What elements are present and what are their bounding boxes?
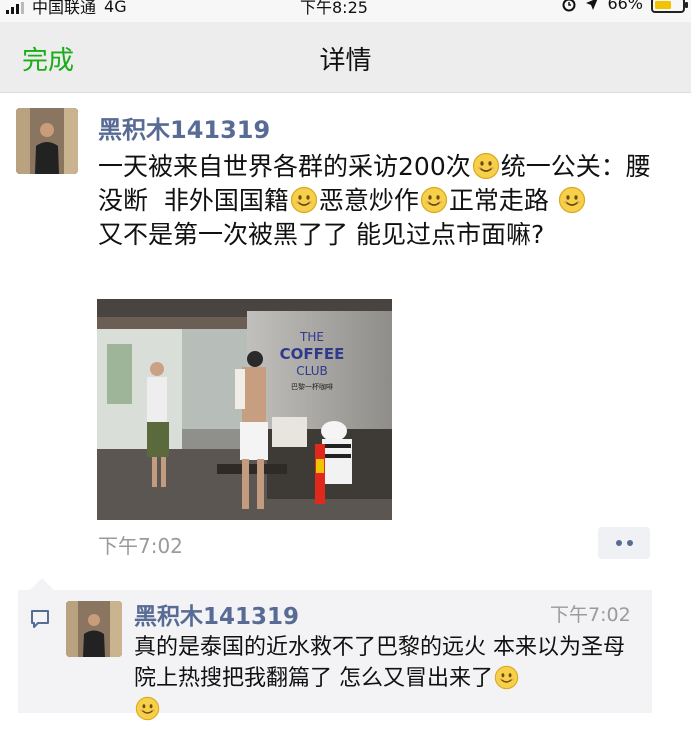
done-button[interactable]: 完成 (22, 40, 74, 77)
cafe-photo: THE COFFEE CLUB 巴黎一杯咖啡 (97, 299, 392, 520)
comment-text: 真的是泰国的近水救不了巴黎的远火 本来以为圣母院上热搜把我翻篇了 怎么又冒出来了 (134, 632, 639, 725)
battery-icon (651, 0, 688, 13)
smile-emoji-icon (290, 186, 318, 214)
sign-text-3: CLUB (296, 364, 327, 378)
post-time: 下午7:02 (98, 534, 183, 558)
signal-icon (6, 2, 24, 14)
location-arrow-icon (586, 0, 598, 10)
comment-caret (30, 578, 54, 590)
status-bar: 中国联通 4G 下午8:25 66% (0, 0, 691, 22)
dot-icon (626, 540, 633, 546)
network-label: 4G (104, 0, 127, 16)
alarm-icon (562, 0, 576, 11)
post-text-segment: 正常走路 (448, 186, 557, 215)
post-photo[interactable]: THE COFFEE CLUB 巴黎一杯咖啡 (97, 299, 392, 520)
commenter-avatar[interactable] (66, 601, 122, 657)
smile-emoji-icon (135, 696, 160, 721)
sign-text-2: COFFEE (280, 345, 345, 363)
sign-text-4: 巴黎一杯咖啡 (291, 382, 333, 391)
avatar-photo (66, 601, 122, 657)
more-options-button[interactable] (598, 527, 650, 559)
smile-emoji-icon (558, 186, 586, 214)
post-text: 一天被来自世界各群的采访200次 统一公关：腰没断 非外国国籍 恶意炒作 正常走路 又… (98, 150, 658, 252)
battery-percent: 66% (607, 0, 643, 13)
smile-emoji-icon (472, 152, 500, 180)
poster-avatar[interactable] (16, 108, 78, 174)
post-text-segment: 又不是第一次被黑了了 能见过点市面嘛? (98, 220, 545, 249)
dot-icon (615, 540, 622, 546)
page-title: 详情 (319, 46, 372, 76)
carrier-label: 中国联通 (32, 0, 97, 17)
status-right: 66% (561, 0, 688, 13)
post-text-segment: 一天被来自世界各群的采访200次 (98, 152, 471, 181)
nav-bar: 完成 详情 (0, 22, 691, 93)
smile-emoji-icon (494, 665, 519, 690)
comment-time: 下午7:02 (550, 604, 631, 626)
smile-emoji-icon (420, 186, 448, 214)
sign-text-1: THE (299, 330, 324, 344)
avatar-photo (16, 108, 78, 174)
status-time: 下午8:25 (300, 0, 368, 17)
comment-text-segment: 真的是泰国的近水救不了巴黎的远火 本来以为圣母院上热搜把我翻篇了 怎么又冒出来了 (134, 635, 625, 691)
poster-name[interactable]: 黑积木141319 (98, 110, 270, 145)
post-text-segment: 恶意炒作 (318, 186, 419, 215)
comment-bubble-icon (31, 610, 49, 628)
commenter-name[interactable]: 黑积木141319 (134, 597, 299, 631)
status-left: 中国联通 4G (6, 0, 127, 18)
